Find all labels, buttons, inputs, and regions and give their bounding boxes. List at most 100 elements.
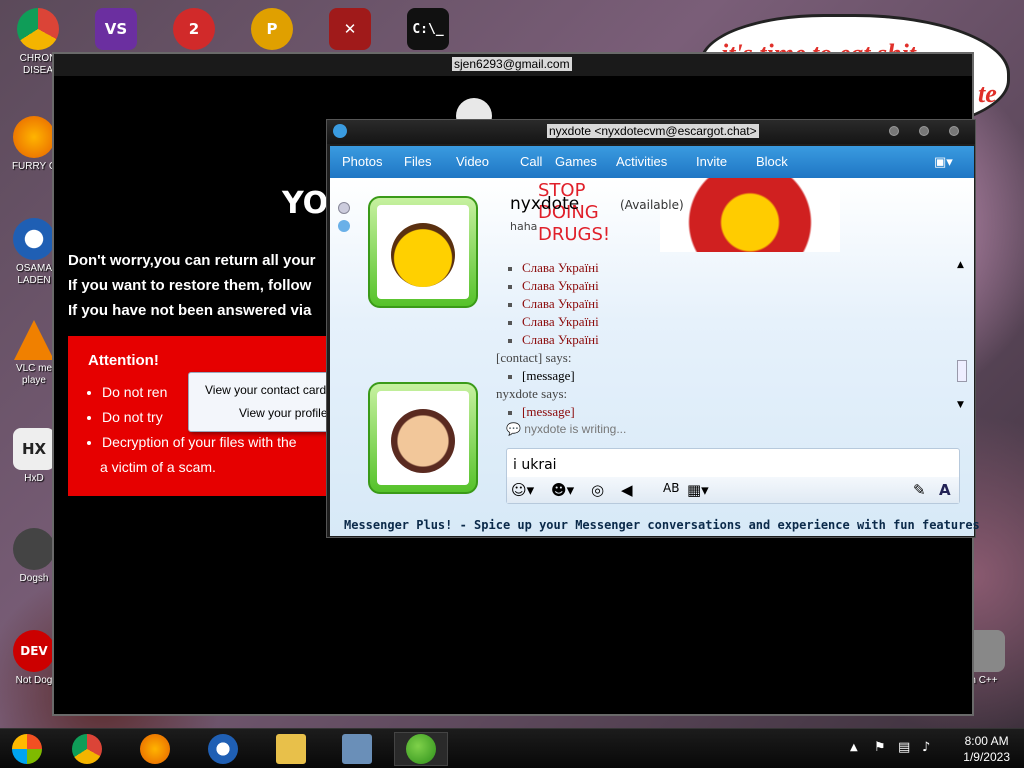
menu-item-view-contact-card[interactable]: View your contact card — [205, 383, 326, 397]
vlc-cone-icon — [14, 320, 54, 360]
ransom-line: If you want to restore them, follow — [68, 277, 312, 294]
contact-status: (Available) — [620, 198, 684, 212]
messenger-window[interactable]: nyxdote <nyxdotecvm@escargot.chat> Photo… — [326, 119, 980, 538]
close-button[interactable] — [949, 126, 959, 136]
firefox-icon — [13, 116, 55, 158]
desktop-icon-game-p[interactable]: P — [240, 8, 304, 50]
messenger-title: nyxdote <nyxdotecvm@escargot.chat> — [547, 124, 759, 138]
font-icon[interactable]: A — [939, 481, 951, 499]
taskbar-chrome[interactable] — [60, 732, 114, 766]
obama-logo-icon — [208, 734, 238, 764]
toolbar-games[interactable]: Games — [555, 154, 597, 169]
input-toolbar: ☺▾ ☻▾ ◎ ◀ AB ▦▾ ✎ A — [507, 477, 959, 503]
my-avatar[interactable] — [368, 382, 478, 494]
game-icon: ✕ — [329, 8, 371, 50]
minimize-button[interactable] — [889, 126, 899, 136]
speech-tail-text: te — [978, 79, 997, 108]
desktop-icon-visual-studio[interactable]: VS — [84, 8, 148, 50]
firefox-icon — [140, 734, 170, 764]
handwriting-icon[interactable]: ✎ — [913, 481, 926, 499]
toolbar-files[interactable]: Files — [404, 154, 431, 169]
font-style-icon[interactable]: AB — [663, 481, 679, 495]
start-button[interactable] — [0, 732, 54, 766]
hxd-icon: HX — [13, 428, 55, 470]
toolbar-block[interactable]: Block — [756, 154, 788, 169]
clock-date: 1/9/2023 — [963, 750, 1010, 764]
network-icon[interactable]: ▤ — [898, 740, 910, 755]
attention-title: Attention! — [88, 352, 159, 369]
ransom-titlebar[interactable]: sjen6293@gmail.com — [54, 54, 972, 76]
desktop-icon-game-x[interactable]: ✕ — [318, 8, 382, 50]
messenger-titlebar[interactable]: nyxdote <nyxdotecvm@escargot.chat> — [327, 120, 975, 144]
computer-icon — [342, 734, 372, 764]
chat-message: Слава Україні — [496, 332, 599, 348]
conversation-pane: STOP DOING DRUGS! nyxdote (Available) ha… — [330, 178, 980, 536]
folder-icon — [276, 734, 306, 764]
chat-message: [message] — [496, 404, 575, 420]
messenger-toolbar: Photos Files Video Call Games Activities… — [330, 146, 974, 178]
nudge-icon[interactable]: ◎ — [591, 481, 604, 499]
toolbar-activities[interactable]: Activities — [616, 154, 667, 169]
contact-avatar[interactable] — [368, 196, 478, 308]
desktop-icon-cmd[interactable]: C:\_ — [396, 8, 460, 50]
messenger-icon — [406, 734, 436, 764]
typing-indicator: 💬 nyxdote is writing... — [506, 422, 627, 436]
taskbar-messenger[interactable] — [394, 732, 448, 766]
webcam-icon[interactable] — [338, 220, 350, 232]
taskbar-firefox[interactable] — [128, 732, 182, 766]
ransom-heading: YO — [282, 186, 329, 221]
contact-personal-message: haha — [510, 220, 538, 233]
chat-history: Слава Україні Слава Україні Слава Україн… — [496, 260, 968, 420]
messenger-buddy-icon — [333, 124, 347, 138]
terminal-icon: C:\_ — [407, 8, 449, 50]
toolbar-photos[interactable]: Photos — [342, 154, 382, 169]
clock[interactable]: 8:00 AM 1/9/2023 — [963, 733, 1010, 765]
chrome-icon — [17, 8, 59, 50]
toolbar-video[interactable]: Video — [456, 154, 489, 169]
chat-sender-header: nyxdote says: — [496, 386, 568, 401]
chat-message: Слава Україні — [496, 296, 599, 312]
emoticon-icon[interactable]: ☺▾ — [511, 481, 534, 499]
cartoon-avatar — [391, 409, 455, 473]
chat-sender-header: [contact] says: — [496, 350, 572, 365]
background-icon[interactable]: ▦▾ — [687, 481, 709, 499]
contact-banner-image — [660, 178, 840, 252]
system-tray: ▲ ⚑ ▤ ♪ 8:00 AM 1/9/2023 — [834, 729, 1024, 768]
attention-item: a victim of a scam. — [100, 459, 216, 475]
clock-time: 8:00 AM — [964, 734, 1009, 748]
chat-message: Слава Україні — [496, 260, 599, 276]
taskbar-explorer[interactable] — [264, 732, 318, 766]
attention-item: Decryption of your files with the — [102, 430, 297, 455]
disc-icon — [13, 528, 55, 570]
taskbar: ▲ ⚑ ▤ ♪ 8:00 AM 1/9/2023 — [0, 728, 1024, 768]
ransom-line: If you have not been answered via — [68, 302, 312, 319]
toolbar-invite[interactable]: Invite — [696, 154, 727, 169]
visual-studio-icon: VS — [95, 8, 137, 50]
toolbar-menu-icon[interactable]: ▣▾ — [934, 154, 953, 170]
collapse-icon[interactable] — [338, 202, 350, 214]
messenger-plus-footer[interactable]: Messenger Plus! - Spice up your Messenge… — [344, 518, 980, 532]
chat-message: [message] — [496, 368, 575, 384]
menu-item-view-profile[interactable]: View your profile — [239, 406, 328, 420]
scrollbar-thumb[interactable] — [957, 360, 967, 382]
dev-cpp-icon: DEV — [13, 630, 55, 672]
volume-icon[interactable]: ♪ — [922, 740, 930, 755]
maximize-button[interactable] — [919, 126, 929, 136]
voice-clip-icon[interactable]: ◀ — [621, 481, 633, 499]
obama-logo-icon — [13, 218, 55, 260]
toolbar-call[interactable]: Call — [520, 154, 542, 169]
ransom-line: Don't worry,you can return all your — [68, 252, 316, 269]
ransom-title: sjen6293@gmail.com — [452, 57, 572, 71]
desktop-icon-game2[interactable]: 2 — [162, 8, 226, 50]
game-icon: 2 — [173, 8, 215, 50]
flag-icon[interactable]: ⚑ — [874, 740, 886, 755]
wink-icon[interactable]: ☻▾ — [551, 481, 574, 499]
taskbar-obama[interactable] — [196, 732, 250, 766]
chrome-icon — [72, 734, 102, 764]
taskbar-computer[interactable] — [330, 732, 384, 766]
message-input[interactable]: i ukrai — [513, 457, 557, 473]
chat-scrollbar[interactable]: ▲ ▼ — [957, 260, 969, 416]
tray-expand-icon[interactable]: ▲ — [850, 742, 858, 753]
message-input-box[interactable]: i ukrai ☺▾ ☻▾ ◎ ◀ AB ▦▾ ✎ A — [506, 448, 960, 504]
chat-message: Слава Україні — [496, 314, 599, 330]
